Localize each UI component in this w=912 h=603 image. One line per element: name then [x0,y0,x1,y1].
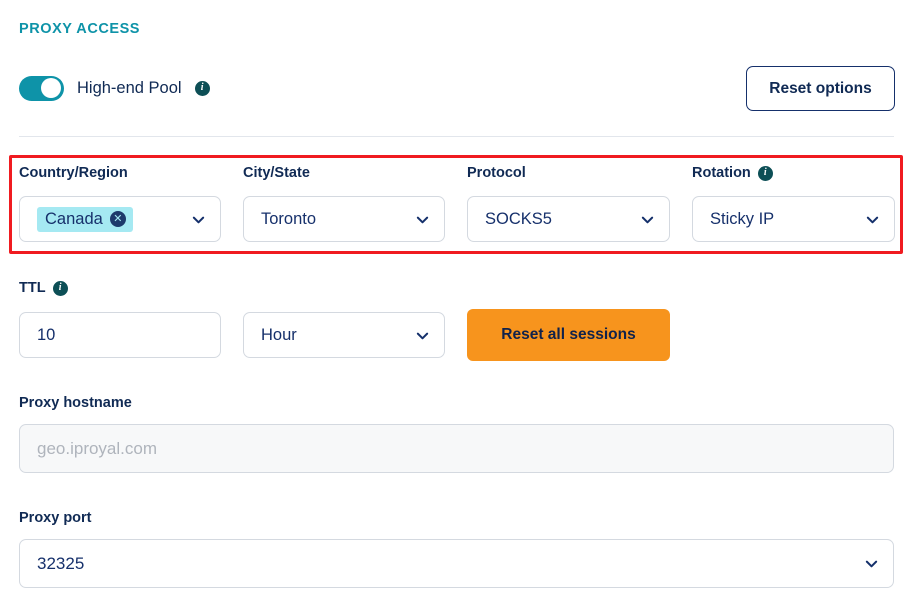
high-end-pool-row: High-end Pool i [19,66,210,110]
ttl-value: 10 [37,325,56,344]
high-end-pool-toggle[interactable] [19,75,64,101]
high-end-pool-label: High-end Pool [77,78,182,97]
proxy-access-panel: PROXY ACCESS High-end Pool i Reset optio… [0,0,912,603]
proxy-hostname-placeholder: geo.iproyal.com [37,438,158,458]
country-region-select[interactable]: Canada ✕ [19,196,221,242]
ttl-label: TTL i [19,280,68,296]
protocol-select[interactable]: SOCKS5 [467,196,670,242]
info-icon[interactable]: i [757,165,773,181]
proxy-hostname-field: geo.iproyal.com [19,424,894,473]
protocol-label: Protocol [467,165,526,181]
rotation-select[interactable]: Sticky IP [692,196,895,242]
country-region-label: Country/Region [19,165,128,181]
reset-options-button[interactable]: Reset options [746,66,895,111]
country-region-field: Country/Region Canada ✕ [19,165,221,242]
city-state-label: City/State [243,165,310,181]
chevron-down-icon[interactable] [191,212,206,227]
ttl-unit-select[interactable]: Hour [243,312,445,358]
info-icon[interactable]: i [52,280,68,296]
ttl-input[interactable]: 10 [19,312,221,358]
country-chip: Canada ✕ [37,206,133,232]
protocol-value: SOCKS5 [485,209,552,228]
reset-all-sessions-button[interactable]: Reset all sessions [467,309,670,361]
chevron-down-icon[interactable] [640,212,655,227]
section-divider [19,136,894,137]
proxy-port-label: Proxy port [19,510,92,526]
country-chip-label: Canada [45,209,103,228]
rotation-label: Rotation i [692,165,895,181]
chevron-down-icon[interactable] [415,212,430,227]
proxy-port-value: 32325 [37,553,85,573]
country-region-value: Canada ✕ [37,206,185,232]
city-state-value: Toronto [261,209,317,228]
toggle-knob [41,78,61,98]
ttl-unit-field: Hour [243,312,445,358]
city-state-field: City/State Toronto [243,165,445,242]
rotation-field: Rotation i Sticky IP [692,165,895,242]
proxy-hostname-input[interactable]: geo.iproyal.com [19,424,894,473]
proxy-port-field: 32325 [19,539,894,588]
proxy-port-select[interactable]: 32325 [19,539,894,588]
chevron-down-icon[interactable] [415,328,430,343]
rotation-value: Sticky IP [710,209,775,228]
protocol-field: Protocol SOCKS5 [467,165,670,242]
close-icon[interactable]: ✕ [109,211,126,227]
ttl-unit-value: Hour [261,325,297,344]
info-icon[interactable]: i [194,80,210,96]
ttl-value-field: 10 [19,312,221,358]
proxy-hostname-label: Proxy hostname [19,395,132,411]
chevron-down-icon[interactable] [864,556,879,571]
chevron-down-icon[interactable] [865,212,880,227]
page-title: PROXY ACCESS [19,21,141,37]
city-state-select[interactable]: Toronto [243,196,445,242]
